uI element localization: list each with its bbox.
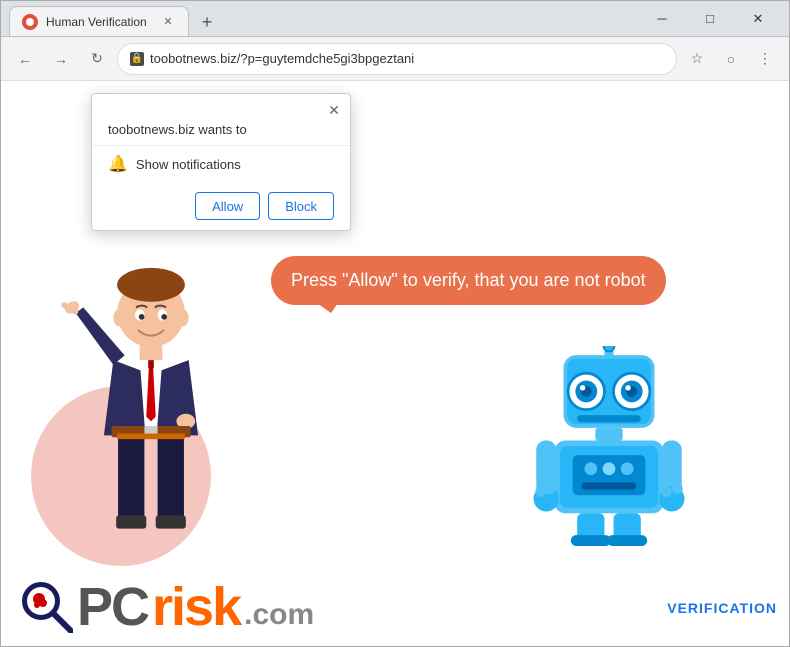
profile-button[interactable]: ○ [715,43,747,75]
page-content: ✕ toobotnews.biz wants to 🔔 Show notific… [1,81,789,646]
pcrisk-com-text: .com [244,600,314,630]
reload-button[interactable]: ↻ [81,43,113,75]
browser-window: Human Verification ✕ + ─ □ ✕ ← → ↻ toobo… [0,0,790,647]
new-tab-button[interactable]: + [193,8,221,36]
back-button[interactable]: ← [9,43,41,75]
tab-favicon [22,14,38,30]
speech-bubble: Press "Allow" to verify, that you are no… [271,256,666,305]
robot-svg [529,346,689,546]
pcrisk-pc-text: PC [77,580,148,634]
tab-title: Human Verification [46,15,152,29]
secure-icon [130,52,144,66]
tab-bar: Human Verification ✕ + [9,1,639,36]
popup-title: toobotnews.biz wants to [92,120,350,145]
address-bar[interactable]: toobotnews.biz/?p=guytemdche5gi3bpgeztan… [117,43,677,75]
notification-item-label: Show notifications [136,157,241,172]
robot-figure [529,346,689,546]
pcrisk-logo: PCrisk.com [21,580,314,634]
person-svg [51,266,251,586]
active-tab[interactable]: Human Verification ✕ [9,6,189,36]
block-button[interactable]: Block [268,192,334,220]
window-controls-right: ─ □ ✕ [639,4,781,34]
bell-icon: 🔔 [108,154,128,174]
menu-button[interactable]: ⋮ [749,43,781,75]
maximize-button[interactable]: □ [687,4,733,34]
allow-button[interactable]: Allow [195,192,260,220]
pcrisk-risk-text: risk [152,580,240,634]
popup-close-button[interactable]: ✕ [324,100,344,120]
bookmark-button[interactable]: ☆ [681,43,713,75]
popup-notification-item: 🔔 Show notifications [92,145,350,182]
popup-header: ✕ [92,94,350,120]
nav-bar: ← → ↻ toobotnews.biz/?p=guytemdche5gi3bp… [1,37,789,81]
close-window-button[interactable]: ✕ [735,4,781,34]
tab-close-button[interactable]: ✕ [160,14,176,30]
minimize-button[interactable]: ─ [639,4,685,34]
verification-badge: VERIFICATION [667,600,777,616]
notification-popup: ✕ toobotnews.biz wants to 🔔 Show notific… [91,93,351,231]
nav-right: ☆ ○ ⋮ [681,43,781,75]
popup-buttons: Allow Block [92,182,350,230]
person-figure [51,266,251,586]
url-text: toobotnews.biz/?p=guytemdche5gi3bpgeztan… [150,51,664,66]
pcrisk-magnifier-icon [21,581,73,633]
forward-button[interactable]: → [45,43,77,75]
title-bar: Human Verification ✕ + ─ □ ✕ [1,1,789,37]
